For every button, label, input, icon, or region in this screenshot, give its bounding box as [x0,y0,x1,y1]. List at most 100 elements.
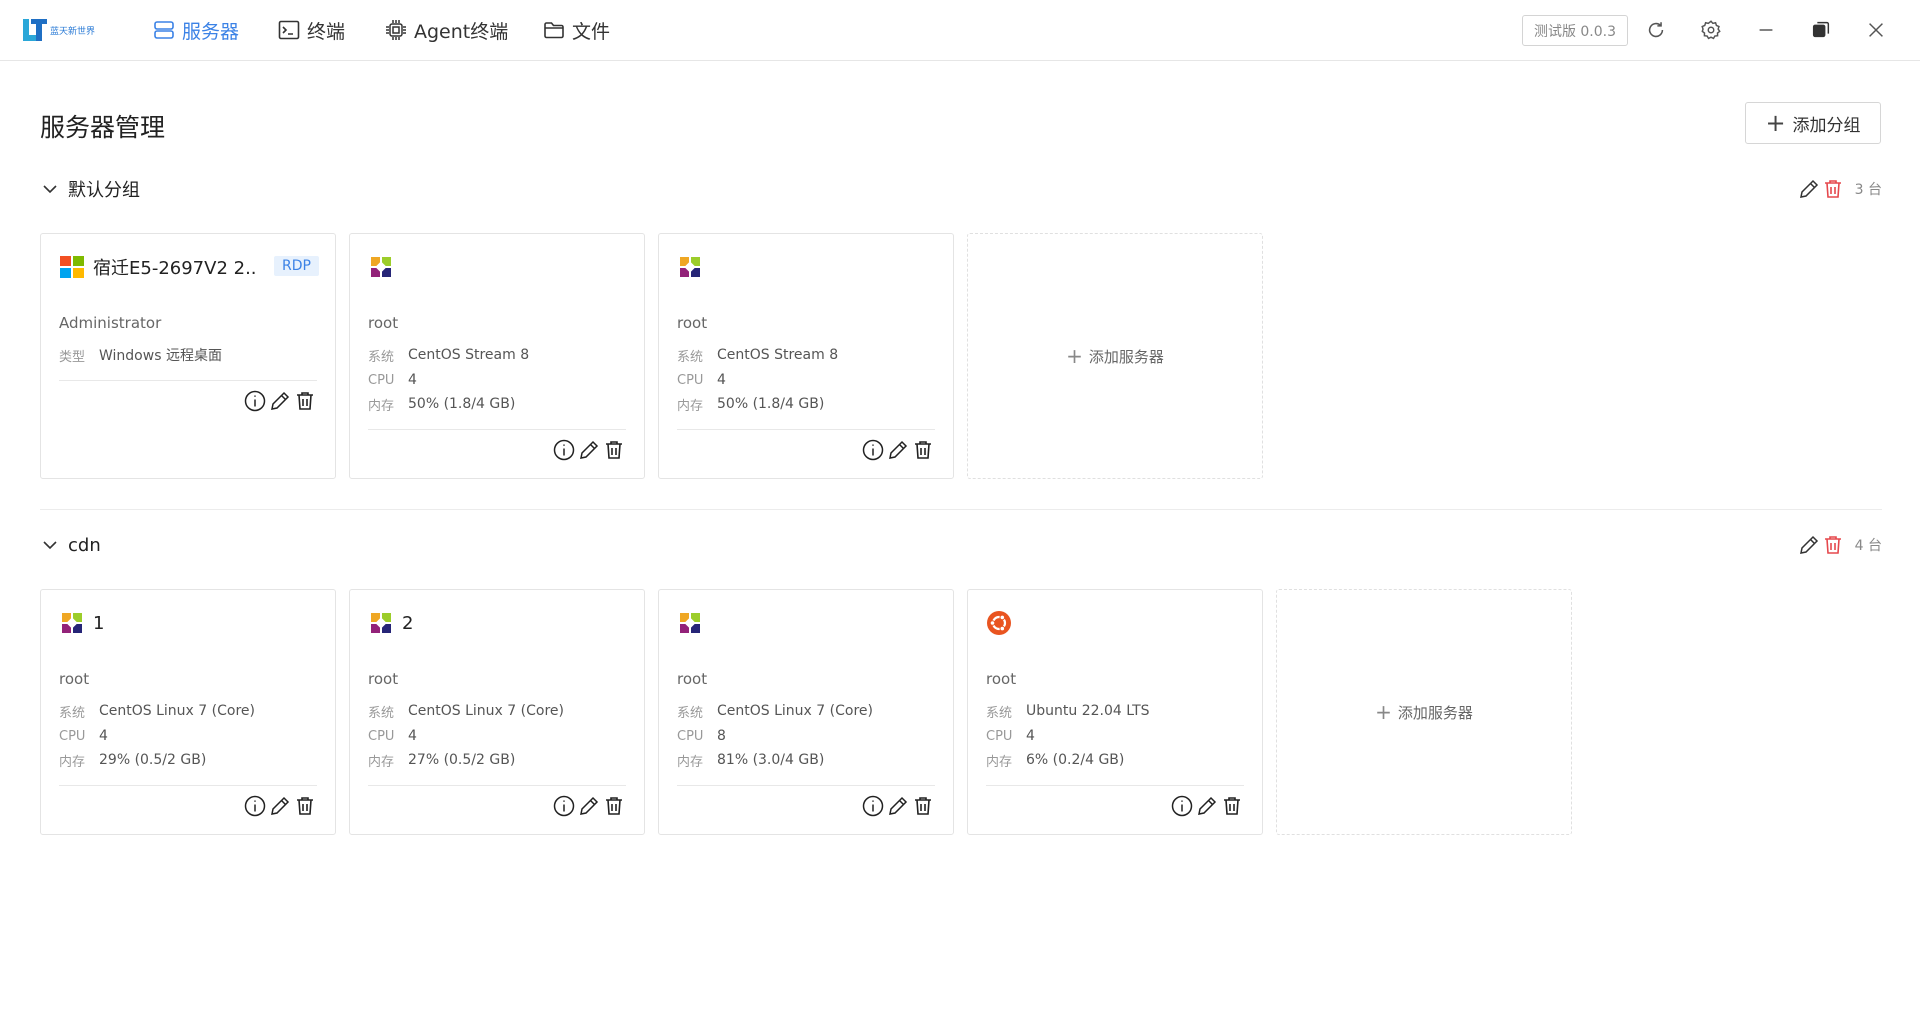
edit-group-icon[interactable] [1797,177,1821,201]
info-icon[interactable] [861,438,885,462]
nav-agent-terminal[interactable]: Agent终端 [384,15,508,45]
card-divider [59,380,317,381]
centos-logo-icon [62,613,82,633]
server-user: root [677,314,708,332]
os-value: CentOS Linux 7 (Core) [408,703,564,719]
plus-icon: + [1765,109,1786,137]
app-logo[interactable]: 蓝天新世界 [22,16,96,44]
group-header-cdn: cdn 4 台 [40,530,1882,560]
edit-group-icon[interactable] [1797,533,1821,557]
add-group-button[interactable]: + 添加分组 [1745,102,1881,144]
mem-label: 内存 [368,398,395,414]
info-icon[interactable] [552,794,576,818]
trash-icon[interactable] [911,794,935,818]
cpu-value: 4 [408,728,417,744]
refresh-button[interactable] [1643,17,1669,43]
add-server-label: 添加服务器 [1088,347,1164,366]
edit-icon[interactable] [886,794,910,818]
edit-icon[interactable] [268,389,292,413]
server-name: 2 [402,612,414,634]
chip-icon [386,20,406,40]
edit-icon[interactable] [577,438,601,462]
card-divider [59,785,317,786]
centos-logo-icon [371,613,391,633]
version-badge: 测试版 0.0.3 [1522,15,1628,46]
chevron-down-icon[interactable] [40,179,60,199]
mem-label: 内存 [986,754,1013,770]
close-button[interactable] [1863,17,1889,43]
cpu-label: CPU [986,728,1013,744]
restore-button[interactable] [1808,17,1834,43]
centos-logo-icon [371,257,391,277]
edit-icon[interactable] [577,794,601,818]
centos-logo-icon [680,257,700,277]
settings-button[interactable] [1698,17,1724,43]
mem-label: 内存 [677,398,704,414]
server-card[interactable]: root 系统 Ubuntu 22.04 LTS CPU 4 内存 6% (0.2/4… [967,589,1263,835]
trash-icon[interactable] [293,794,317,818]
cpu-label: CPU [368,728,395,744]
delete-group-icon[interactable] [1821,177,1845,201]
edit-icon[interactable] [268,794,292,818]
mem-value: 81% (3.0/4 GB) [717,752,825,768]
edit-icon[interactable] [1195,794,1219,818]
cpu-value: 4 [1026,728,1035,744]
restore-window-icon [1812,21,1830,38]
centos-logo-icon [680,613,700,633]
trash-icon[interactable] [293,389,317,413]
chevron-down-icon[interactable] [40,535,60,555]
page-title: 服务器管理 [40,113,166,142]
ubuntu-logo-icon [987,611,1011,635]
card-divider [986,785,1244,786]
cpu-value: 4 [408,372,417,388]
nav-terminal[interactable]: 终端 [277,15,345,45]
group-count: 3 台 [1854,182,1882,198]
add-server-card[interactable]: + 添加服务器 [967,233,1263,479]
nav-files-label: 文件 [572,20,611,43]
folder-icon [544,22,564,39]
nav-files[interactable]: 文件 [542,15,610,45]
trash-icon[interactable] [602,438,626,462]
logo-mark-icon [23,19,47,41]
info-icon[interactable] [861,794,885,818]
os-label: 系统 [677,349,704,365]
server-card[interactable]: root 系统 CentOS Stream 8 CPU 4 内存 50% (1.8/4… [658,233,954,479]
logo-text: 蓝天新世界 [50,27,96,37]
mem-label: 内存 [677,754,704,770]
windows-logo-icon [60,256,84,278]
server-card[interactable]: 1 root 系统 CentOS Linux 7 (Core) CPU 4 内存 29… [40,589,336,835]
trash-icon[interactable] [602,794,626,818]
add-group-label: 添加分组 [1792,115,1861,136]
group-name: 默认分组 [68,180,140,201]
server-card[interactable]: 宿迁E5-2697V2 2... RDP Administrator 类型 Win… [40,233,336,479]
refresh-icon [1648,22,1664,38]
server-card[interactable]: root 系统 CentOS Stream 8 CPU 4 内存 50% (1.8/4… [349,233,645,479]
close-icon [1869,23,1883,37]
cpu-label: CPU [368,372,395,388]
server-user: root [368,314,399,332]
server-user: root [59,670,90,688]
plus-icon: + [1375,700,1392,724]
os-label: 系统 [677,705,704,721]
trash-icon[interactable] [1220,794,1244,818]
add-server-card[interactable]: + 添加服务器 [1276,589,1572,835]
nav-servers-label: 服务器 [182,20,240,43]
card-divider [677,429,935,430]
top-bar: 蓝天新世界 服务器 终端 Agent终端 文件 测试版 0.0.3 [0,0,1920,61]
info-icon[interactable] [1170,794,1194,818]
nav-servers[interactable]: 服务器 [152,15,239,45]
os-label: 系统 [59,705,86,721]
server-card[interactable]: root 系统 CentOS Linux 7 (Core) CPU 8 内存 81% … [658,589,954,835]
info-icon[interactable] [552,438,576,462]
mem-value: 6% (0.2/4 GB) [1026,752,1125,768]
delete-group-icon[interactable] [1821,533,1845,557]
info-icon[interactable] [243,389,267,413]
cpu-value: 4 [99,728,108,744]
info-icon[interactable] [243,794,267,818]
server-card[interactable]: 2 root 系统 CentOS Linux 7 (Core) CPU 4 内存 27… [349,589,645,835]
server-user: root [677,670,708,688]
mem-value: 50% (1.8/4 GB) [408,396,516,412]
minimize-button[interactable] [1753,17,1779,43]
trash-icon[interactable] [911,438,935,462]
edit-icon[interactable] [886,438,910,462]
